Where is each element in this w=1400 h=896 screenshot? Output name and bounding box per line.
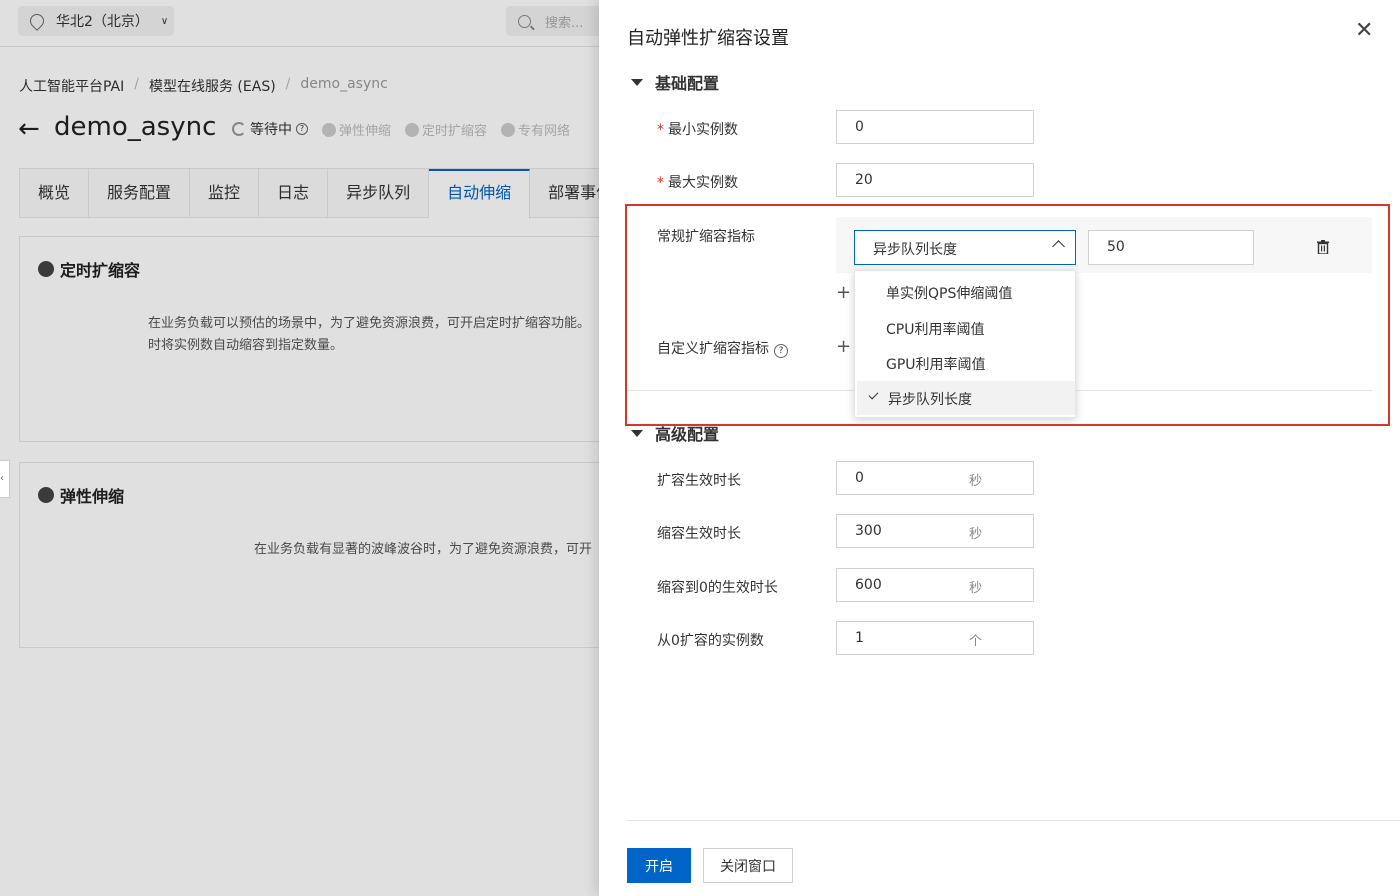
- collapse-handle[interactable]: ‹: [0, 460, 10, 498]
- option-async-queue[interactable]: 异步队列长度: [857, 381, 1075, 415]
- metric-threshold-input[interactable]: 50: [1088, 230, 1254, 265]
- option-cpu[interactable]: CPU利用率阈值: [855, 311, 1073, 345]
- scale-from-zero-count-label: 从0扩容的实例数: [657, 633, 764, 649]
- add-metric-icon[interactable]: +: [836, 282, 851, 303]
- metric-label: 常规扩缩容指标: [657, 229, 755, 245]
- option-gpu[interactable]: GPU利用率阈值: [855, 346, 1073, 380]
- chevron-up-icon: [1052, 240, 1065, 253]
- footer-divider: [627, 820, 1400, 821]
- drawer-title: 自动弹性扩缩容设置: [627, 28, 789, 49]
- max-instances-input[interactable]: 20: [836, 163, 1034, 197]
- check-icon: [868, 389, 879, 400]
- modal-overlay[interactable]: [0, 0, 600, 896]
- scale-out-delay-label: 扩容生效时长: [657, 473, 741, 489]
- autoscaling-drawer: 自动弹性扩缩容设置 ✕ 基础配置 * 最小实例数 0 * 最大实例数 20 常规扩缩…: [599, 0, 1400, 896]
- add-custom-metric-icon[interactable]: +: [836, 336, 851, 357]
- delete-icon[interactable]: [1317, 240, 1329, 254]
- close-window-button[interactable]: 关闭窗口: [703, 848, 793, 883]
- scale-in-delay-input[interactable]: 300 秒: [836, 514, 1034, 548]
- enable-button[interactable]: 开启: [627, 848, 691, 883]
- option-qps[interactable]: 单实例QPS伸缩阈值: [855, 275, 1073, 309]
- scale-to-zero-delay-label: 缩容到0的生效时长: [657, 580, 778, 596]
- required-mark: *: [657, 175, 664, 191]
- metric-dropdown-menu: 单实例QPS伸缩阈值 CPU利用率阈值 GPU利用率阈值 异步队列长度: [854, 270, 1076, 418]
- max-instances-label: * 最大实例数: [657, 175, 738, 191]
- min-instances-input[interactable]: 0: [836, 110, 1034, 144]
- scale-from-zero-count-input[interactable]: 1 个: [836, 621, 1034, 655]
- help-icon[interactable]: ?: [774, 344, 788, 358]
- metric-select[interactable]: 异步队列长度: [854, 230, 1076, 265]
- basic-config-header[interactable]: 基础配置: [631, 70, 719, 94]
- close-icon[interactable]: ✕: [1355, 18, 1373, 43]
- caret-down-icon: [631, 78, 643, 86]
- scale-out-delay-input[interactable]: 0 秒: [836, 461, 1034, 495]
- min-instances-label: * 最小实例数: [657, 122, 738, 138]
- scale-to-zero-delay-input[interactable]: 600 秒: [836, 568, 1034, 602]
- required-mark: *: [657, 122, 664, 138]
- custom-metric-label: 自定义扩缩容指标?: [657, 338, 788, 358]
- scale-in-delay-label: 缩容生效时长: [657, 526, 741, 542]
- caret-down-icon: [631, 429, 643, 437]
- advanced-config-header[interactable]: 高级配置: [631, 421, 719, 445]
